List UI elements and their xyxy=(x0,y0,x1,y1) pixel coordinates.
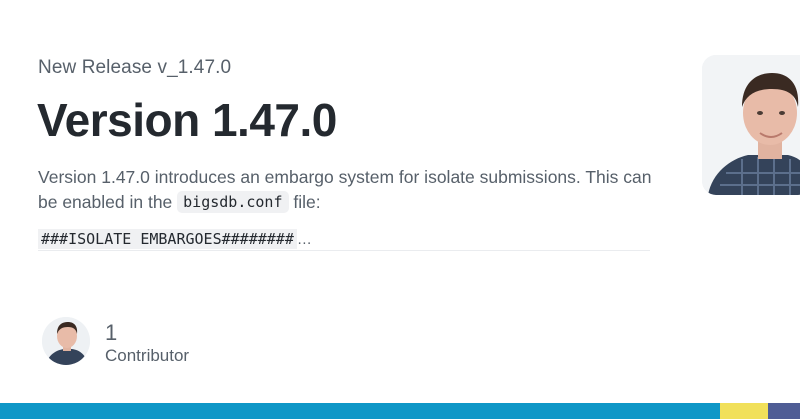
release-description: Version 1.47.0 introduces an embargo sys… xyxy=(38,165,663,215)
code-snippet-text: ###ISOLATE EMBARGOES######## xyxy=(38,229,297,249)
contributor-count: 1 xyxy=(105,320,118,345)
contributor-label: Contributor xyxy=(105,346,190,365)
author-photo xyxy=(702,55,800,195)
contributor-avatar-image xyxy=(42,317,90,365)
release-card: New Release v_1.47.0 Version 1.47.0 Vers… xyxy=(0,0,800,419)
config-file-code: bigsdb.conf xyxy=(177,191,289,213)
contributor-avatar[interactable] xyxy=(42,317,90,365)
truncation-ellipsis: … xyxy=(296,231,312,248)
language-bar-segment xyxy=(719,403,768,419)
description-text-end: file: xyxy=(288,192,321,212)
release-kicker: New Release v_1.47.0 xyxy=(38,57,232,78)
code-snippet: ###ISOLATE EMBARGOES########… xyxy=(38,229,650,251)
language-bar xyxy=(0,403,800,419)
author-photo-image xyxy=(702,55,800,195)
language-bar-segment xyxy=(0,403,720,419)
language-bar-segment xyxy=(767,403,800,419)
description-text-start: Version 1.47.0 introduces an embargo sys… xyxy=(38,167,652,212)
release-title: Version 1.47.0 xyxy=(37,94,337,146)
